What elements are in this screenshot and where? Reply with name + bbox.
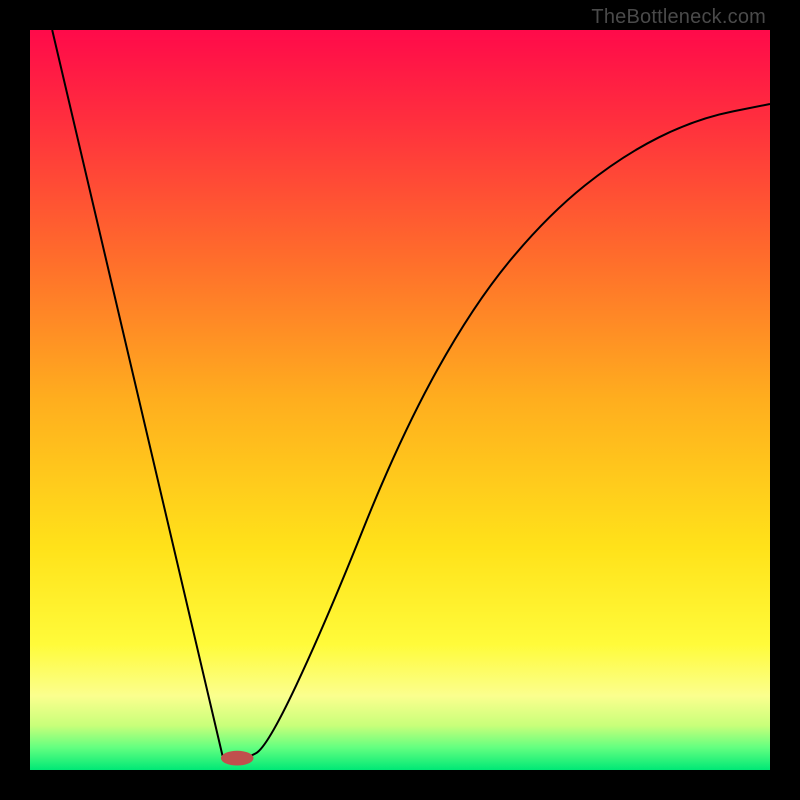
bottleneck-curve	[52, 30, 770, 759]
minimum-marker	[221, 751, 254, 766]
watermark-text: TheBottleneck.com	[591, 6, 766, 29]
chart-frame	[30, 30, 770, 770]
chart-svg	[30, 30, 770, 770]
